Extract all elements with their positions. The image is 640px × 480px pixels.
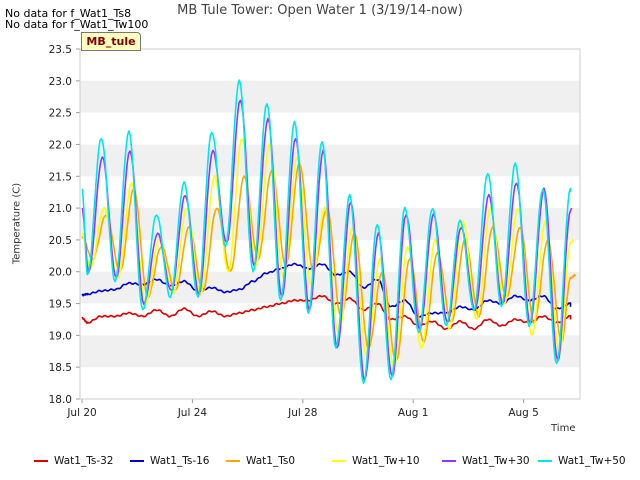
y-tick-label: 20.5	[49, 235, 72, 247]
y-tick-label: 23.5	[49, 44, 72, 56]
legend-label: Wat1_Tw+50	[558, 455, 626, 467]
legend-label: Wat1_Tw+30	[462, 455, 530, 467]
x-tick-label: Jul 28	[287, 407, 317, 419]
y-tick-label: 19.0	[49, 330, 72, 342]
x-tick-label: Aug 5	[508, 407, 539, 419]
y-tick-label: 22.5	[49, 108, 72, 120]
legend-item: Wat1_Tw+50	[538, 452, 626, 470]
legend-item: Wat1_Ts-16	[130, 452, 210, 470]
legend-swatch	[226, 460, 240, 462]
y-tick-label: 18.5	[49, 362, 72, 374]
y-tick-label: 20.0	[49, 267, 72, 279]
site-label-box: MB_tule	[81, 32, 141, 51]
legend-item: Wat1_Tw+10	[332, 452, 420, 470]
legend-item: Wat1_Tw+30	[442, 452, 530, 470]
legend-swatch	[34, 460, 48, 462]
grid-band	[80, 80, 580, 113]
x-tick-label: Jul 20	[66, 407, 96, 419]
legend-swatch	[538, 460, 552, 462]
y-tick-label: 21.0	[49, 203, 72, 215]
y-tick-label: 22.0	[49, 139, 72, 151]
legend-swatch	[442, 460, 456, 462]
legend-label: Wat1_Ts0	[246, 455, 296, 467]
grid-band	[80, 144, 580, 177]
plot-area: 18.0 18.5 19.0 19.5 20.0 20.5 21.0 21.5 22.0 22.5…	[49, 44, 581, 419]
y-tick-label: 23.0	[49, 76, 72, 88]
legend-label: Wat1_Ts-16	[150, 455, 210, 467]
legend-item: Wat1_Ts-32	[34, 452, 114, 470]
legend: Wat1_Ts-32 Wat1_Ts-16 Wat1_Ts0 Wat1_Tw+10 Wa…	[0, 452, 640, 470]
y-tick-label: 21.5	[49, 171, 72, 183]
legend-label: Wat1_Tw+10	[352, 455, 420, 467]
x-tick-label: Jul 24	[177, 407, 208, 419]
legend-swatch	[332, 460, 346, 462]
legend-swatch	[130, 460, 144, 462]
y-tick-label: 19.5	[49, 299, 72, 311]
x-tick-label: Aug 1	[398, 407, 429, 419]
grid-band	[80, 335, 580, 368]
legend-item: Wat1_Ts0	[226, 452, 295, 470]
y-tick-label: 18.0	[49, 394, 72, 406]
legend-label: Wat1_Ts-32	[54, 455, 114, 467]
